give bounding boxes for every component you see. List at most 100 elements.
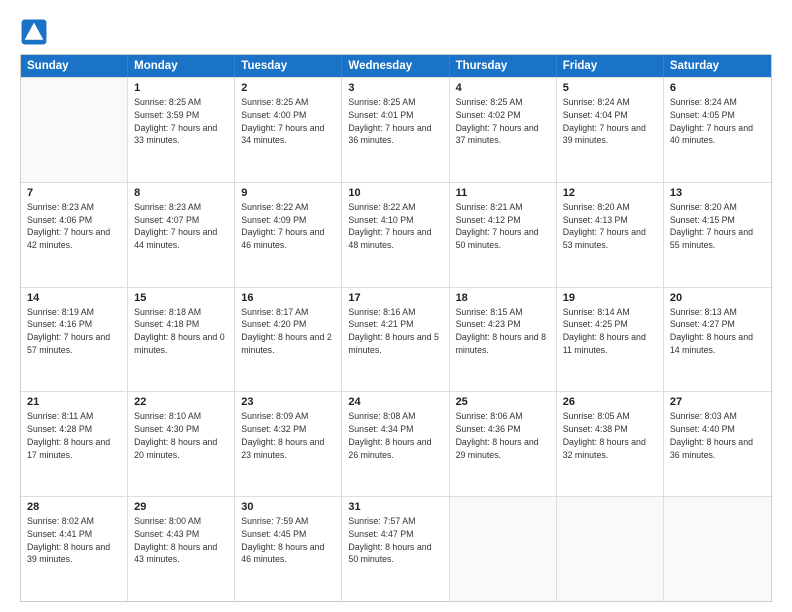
day-info: Sunrise: 8:05 AMSunset: 4:38 PMDaylight:…	[563, 410, 657, 461]
calendar-cell: 31 Sunrise: 7:57 AMSunset: 4:47 PMDayligh…	[342, 497, 449, 601]
day-number: 7	[27, 187, 121, 199]
day-number: 12	[563, 187, 657, 199]
day-number: 17	[348, 292, 442, 304]
day-info: Sunrise: 8:16 AMSunset: 4:21 PMDaylight:…	[348, 306, 442, 357]
day-number: 29	[134, 501, 228, 513]
calendar-cell: 26 Sunrise: 8:05 AMSunset: 4:38 PMDayligh…	[557, 392, 664, 496]
day-info: Sunrise: 8:10 AMSunset: 4:30 PMDaylight:…	[134, 410, 228, 461]
day-number: 31	[348, 501, 442, 513]
day-info: Sunrise: 8:13 AMSunset: 4:27 PMDaylight:…	[670, 306, 765, 357]
calendar-row: 7 Sunrise: 8:23 AMSunset: 4:06 PMDaylight…	[21, 182, 771, 287]
day-number: 9	[241, 187, 335, 199]
day-number: 26	[563, 396, 657, 408]
calendar-cell	[450, 497, 557, 601]
calendar-cell: 30Sunrise: 7:59 AMSunset: 4:45 PMDayligh…	[235, 497, 342, 601]
day-number: 4	[456, 82, 550, 94]
day-info: Sunrise: 8:22 AMSunset: 4:10 PMDaylight:…	[348, 201, 442, 252]
day-info: Sunrise: 8:02 AMSunset: 4:41 PMDaylight:…	[27, 515, 121, 566]
day-number: 20	[670, 292, 765, 304]
day-number: 16	[241, 292, 335, 304]
calendar-cell	[557, 497, 664, 601]
calendar-cell: 12 Sunrise: 8:20 AMSunset: 4:13 PMDayligh…	[557, 183, 664, 287]
day-info: Sunrise: 8:24 AMSunset: 4:04 PMDaylight:…	[563, 96, 657, 147]
day-number: 14	[27, 292, 121, 304]
day-number: 11	[456, 187, 550, 199]
day-number: 3	[348, 82, 442, 94]
day-info: Sunrise: 8:20 AMSunset: 4:13 PMDaylight:…	[563, 201, 657, 252]
calendar-cell: 10 Sunrise: 8:22 AMSunset: 4:10 PMDayligh…	[342, 183, 449, 287]
weekday-header: Sunday	[21, 55, 128, 77]
day-info: Sunrise: 7:57 AMSunset: 4:47 PMDaylight:…	[348, 515, 442, 566]
calendar-cell: 17 Sunrise: 8:16 AMSunset: 4:21 PMDayligh…	[342, 288, 449, 392]
day-number: 25	[456, 396, 550, 408]
calendar-cell	[21, 78, 128, 182]
day-info: Sunrise: 8:15 AMSunset: 4:23 PMDaylight:…	[456, 306, 550, 357]
weekday-header: Friday	[557, 55, 664, 77]
day-number: 23	[241, 396, 335, 408]
calendar-cell	[664, 497, 771, 601]
day-info: Sunrise: 8:22 AMSunset: 4:09 PMDaylight:…	[241, 201, 335, 252]
weekday-header: Saturday	[664, 55, 771, 77]
calendar-row: 28 Sunrise: 8:02 AMSunset: 4:41 PMDayligh…	[21, 496, 771, 601]
calendar-cell: 22Sunrise: 8:10 AMSunset: 4:30 PMDayligh…	[128, 392, 235, 496]
day-info: Sunrise: 8:11 AMSunset: 4:28 PMDaylight:…	[27, 410, 121, 461]
day-number: 8	[134, 187, 228, 199]
calendar-cell: 25 Sunrise: 8:06 AMSunset: 4:36 PMDayligh…	[450, 392, 557, 496]
calendar-header: SundayMondayTuesdayWednesdayThursdayFrid…	[21, 55, 771, 77]
day-info: Sunrise: 8:03 AMSunset: 4:40 PMDaylight:…	[670, 410, 765, 461]
day-number: 28	[27, 501, 121, 513]
weekday-header: Tuesday	[235, 55, 342, 77]
day-info: Sunrise: 8:25 AMSunset: 4:01 PMDaylight:…	[348, 96, 442, 147]
calendar-cell: 14 Sunrise: 8:19 AMSunset: 4:16 PMDayligh…	[21, 288, 128, 392]
day-number: 10	[348, 187, 442, 199]
day-info: Sunrise: 8:08 AMSunset: 4:34 PMDaylight:…	[348, 410, 442, 461]
calendar-row: 21 Sunrise: 8:11 AMSunset: 4:28 PMDayligh…	[21, 391, 771, 496]
calendar-cell: 9 Sunrise: 8:22 AMSunset: 4:09 PMDaylight…	[235, 183, 342, 287]
day-info: Sunrise: 8:21 AMSunset: 4:12 PMDaylight:…	[456, 201, 550, 252]
calendar: SundayMondayTuesdayWednesdayThursdayFrid…	[20, 54, 772, 602]
day-info: Sunrise: 8:00 AMSunset: 4:43 PMDaylight:…	[134, 515, 228, 566]
calendar-cell: 5 Sunrise: 8:24 AMSunset: 4:04 PMDaylight…	[557, 78, 664, 182]
calendar-cell: 29 Sunrise: 8:00 AMSunset: 4:43 PMDayligh…	[128, 497, 235, 601]
day-number: 5	[563, 82, 657, 94]
day-info: Sunrise: 8:14 AMSunset: 4:25 PMDaylight:…	[563, 306, 657, 357]
calendar-cell: 28 Sunrise: 8:02 AMSunset: 4:41 PMDayligh…	[21, 497, 128, 601]
day-info: Sunrise: 8:18 AMSunset: 4:18 PMDaylight:…	[134, 306, 228, 357]
day-number: 18	[456, 292, 550, 304]
calendar-cell: 23Sunrise: 8:09 AMSunset: 4:32 PMDayligh…	[235, 392, 342, 496]
day-info: Sunrise: 8:06 AMSunset: 4:36 PMDaylight:…	[456, 410, 550, 461]
day-number: 24	[348, 396, 442, 408]
day-info: Sunrise: 8:20 AMSunset: 4:15 PMDaylight:…	[670, 201, 765, 252]
day-info: Sunrise: 8:25 AMSunset: 3:59 PMDaylight:…	[134, 96, 228, 147]
day-number: 30	[241, 501, 335, 513]
day-number: 21	[27, 396, 121, 408]
weekday-header: Thursday	[450, 55, 557, 77]
calendar-cell: 6Sunrise: 8:24 AMSunset: 4:05 PMDaylight…	[664, 78, 771, 182]
logo	[20, 18, 52, 46]
day-number: 15	[134, 292, 228, 304]
day-number: 19	[563, 292, 657, 304]
day-info: Sunrise: 8:25 AMSunset: 4:00 PMDaylight:…	[241, 96, 335, 147]
calendar-row: 14 Sunrise: 8:19 AMSunset: 4:16 PMDayligh…	[21, 287, 771, 392]
day-info: Sunrise: 8:19 AMSunset: 4:16 PMDaylight:…	[27, 306, 121, 357]
calendar-cell: 2Sunrise: 8:25 AMSunset: 4:00 PMDaylight…	[235, 78, 342, 182]
calendar-cell: 27 Sunrise: 8:03 AMSunset: 4:40 PMDayligh…	[664, 392, 771, 496]
calendar-cell: 19 Sunrise: 8:14 AMSunset: 4:25 PMDayligh…	[557, 288, 664, 392]
day-number: 13	[670, 187, 765, 199]
calendar-cell: 8 Sunrise: 8:23 AMSunset: 4:07 PMDaylight…	[128, 183, 235, 287]
calendar-cell: 15 Sunrise: 8:18 AMSunset: 4:18 PMDayligh…	[128, 288, 235, 392]
calendar-body: 1Sunrise: 8:25 AMSunset: 3:59 PMDaylight…	[21, 77, 771, 601]
calendar-cell: 13 Sunrise: 8:20 AMSunset: 4:15 PMDayligh…	[664, 183, 771, 287]
day-info: Sunrise: 8:23 AMSunset: 4:06 PMDaylight:…	[27, 201, 121, 252]
page: SundayMondayTuesdayWednesdayThursdayFrid…	[0, 0, 792, 612]
day-number: 27	[670, 396, 765, 408]
day-number: 6	[670, 82, 765, 94]
logo-icon	[20, 18, 48, 46]
header	[20, 18, 772, 46]
day-info: Sunrise: 8:17 AMSunset: 4:20 PMDaylight:…	[241, 306, 335, 357]
day-info: Sunrise: 8:23 AMSunset: 4:07 PMDaylight:…	[134, 201, 228, 252]
calendar-cell: 21 Sunrise: 8:11 AMSunset: 4:28 PMDayligh…	[21, 392, 128, 496]
calendar-cell: 24 Sunrise: 8:08 AMSunset: 4:34 PMDayligh…	[342, 392, 449, 496]
weekday-header: Wednesday	[342, 55, 449, 77]
day-info: Sunrise: 8:25 AMSunset: 4:02 PMDaylight:…	[456, 96, 550, 147]
